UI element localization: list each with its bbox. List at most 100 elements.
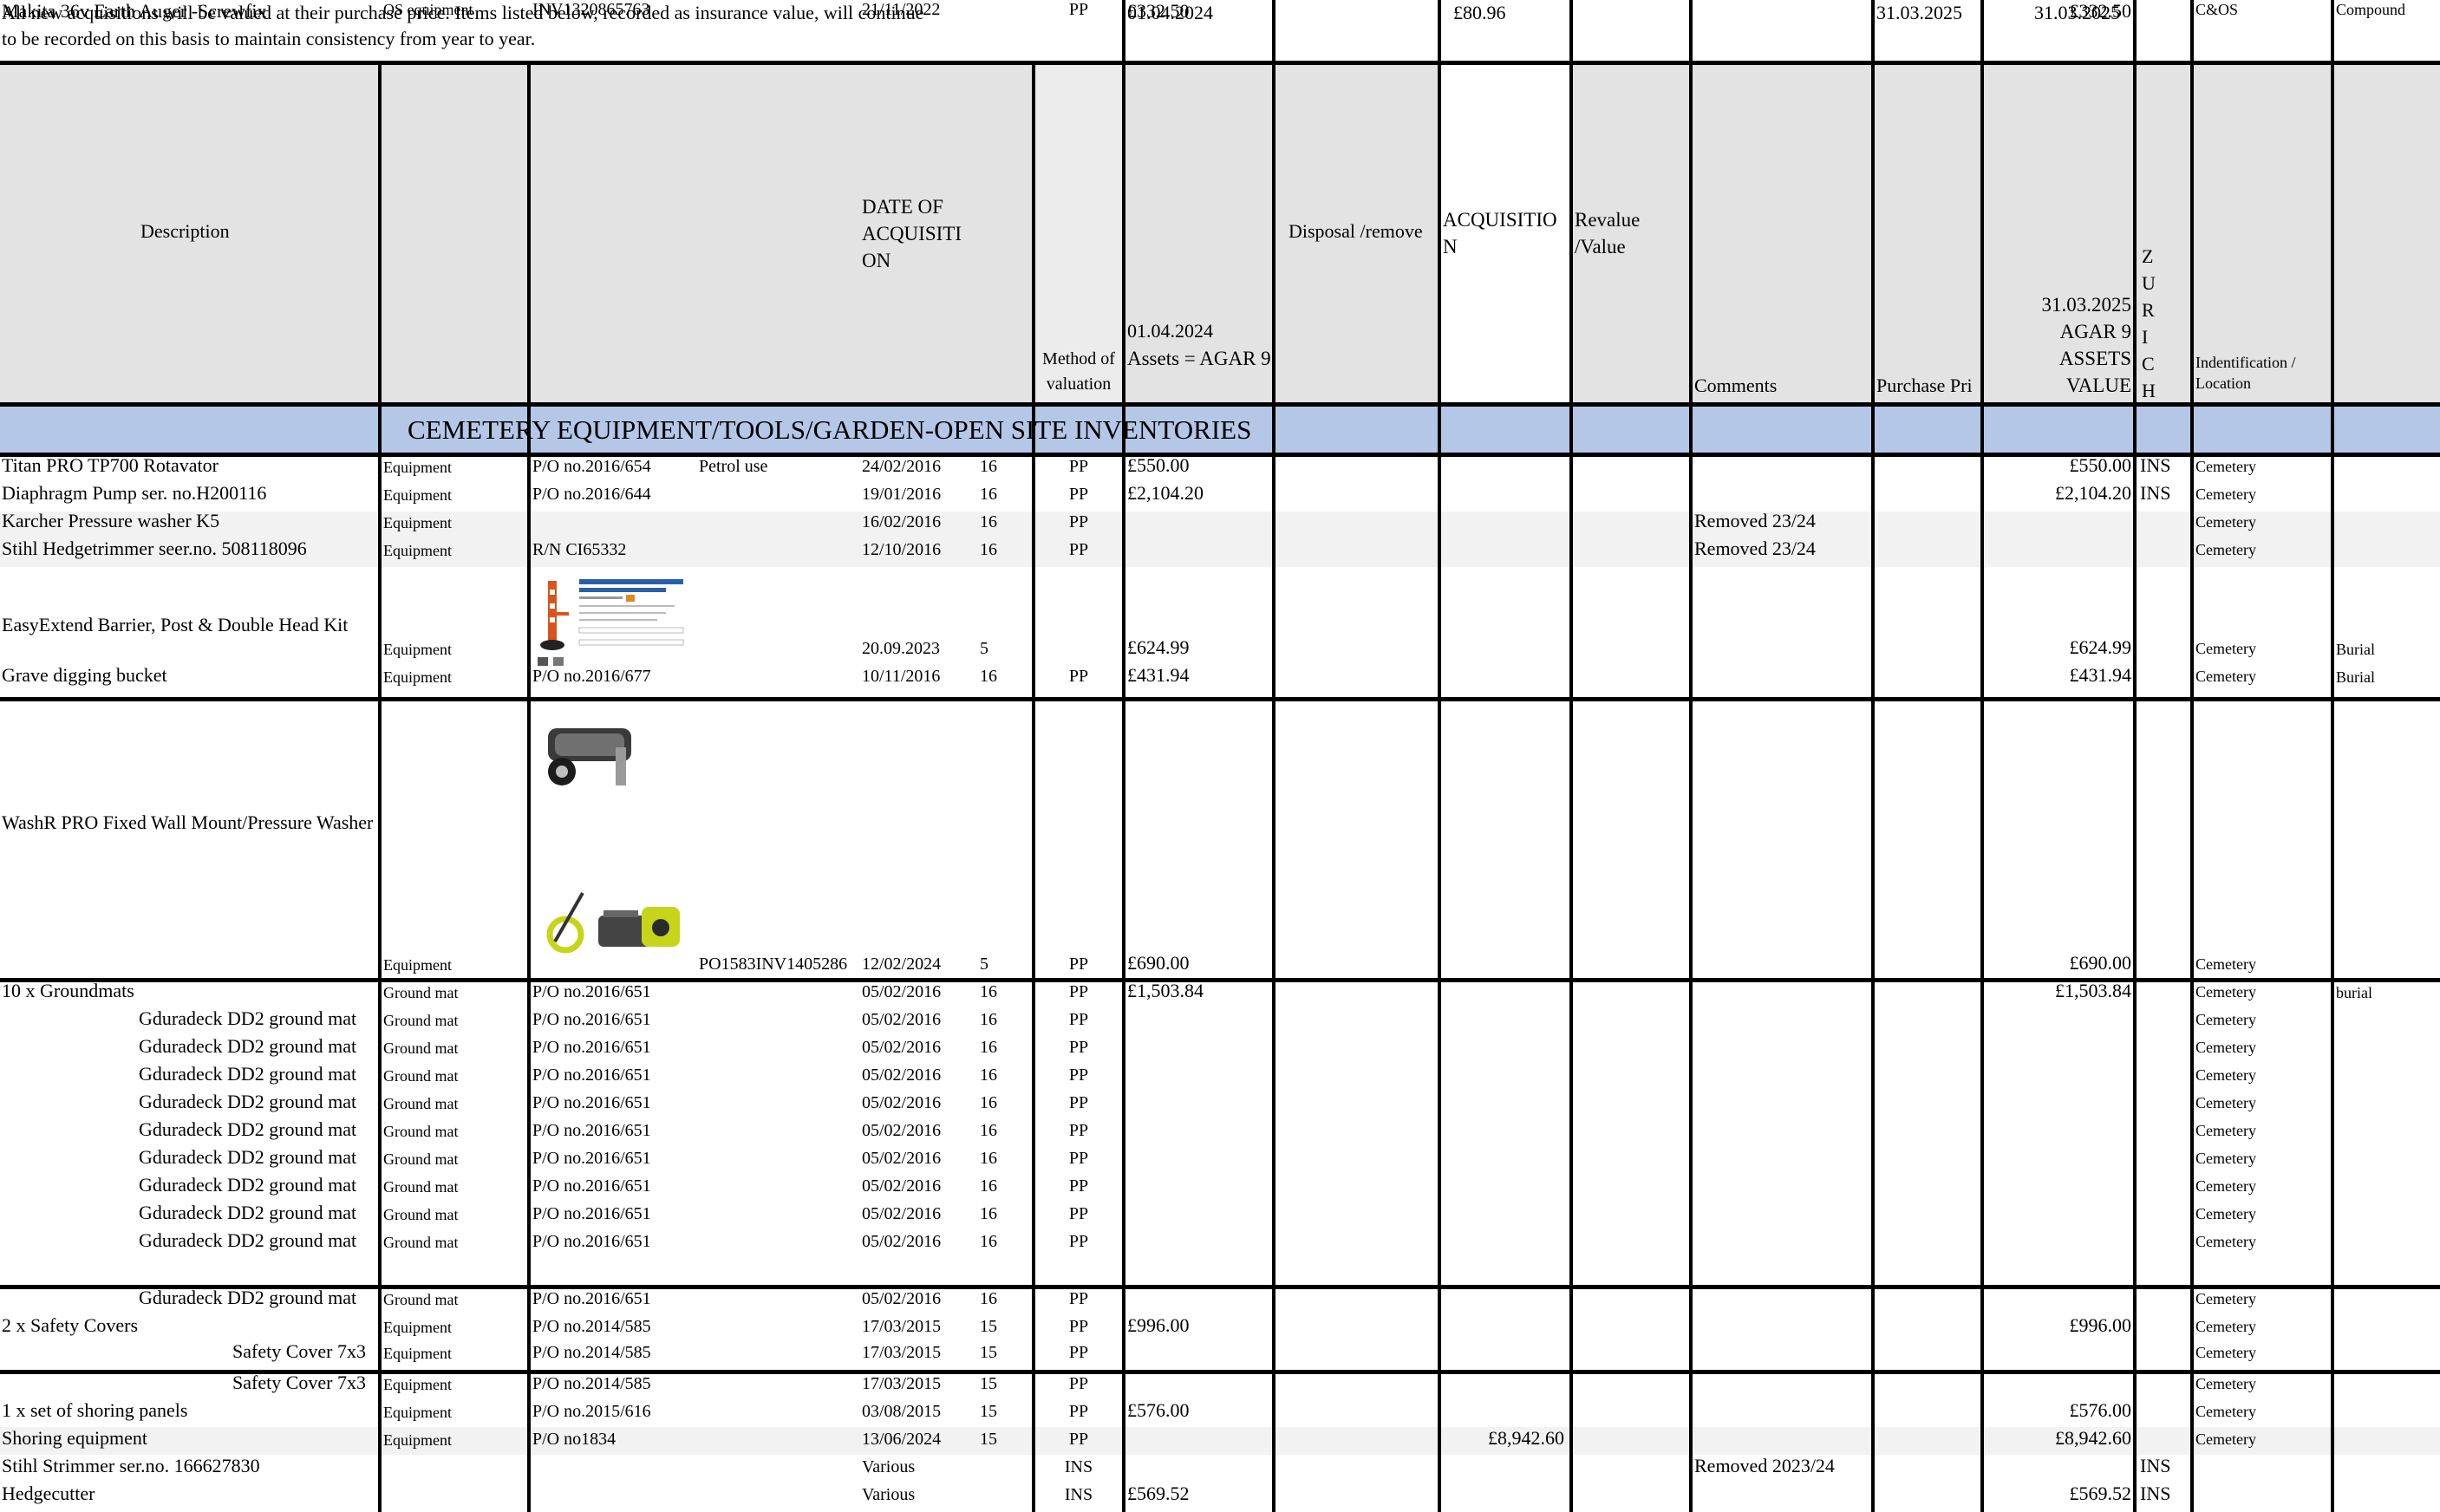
cell-value-2025: £8,942.60 — [2055, 1427, 2131, 1449]
cell-method: PP — [1068, 1374, 1089, 1393]
cell-description: Gduradeck DD2 ground mat — [139, 1007, 357, 1029]
cell-value-2024: £690.00 — [1127, 952, 1190, 974]
col-rule — [2331, 0, 2334, 1512]
cell-description: Gduradeck DD2 ground mat — [139, 1174, 357, 1196]
cell-location: Cemetery — [2195, 486, 2256, 503]
cell-date: 16/02/2016 — [862, 512, 942, 531]
cell-date: 13/06/2024 — [862, 1430, 942, 1449]
cell-method: PP — [1068, 982, 1089, 1001]
cell-value-2025: £332.50 — [2069, 0, 2132, 22]
cell-description: Stihl Strimmer ser.no. 166627830 — [2, 1455, 260, 1476]
cell-ref: P/O no.2016/651 — [532, 982, 651, 1001]
rule-header-bottom — [0, 402, 2440, 407]
col-rule — [1871, 0, 1875, 1512]
cell-type: Ground mat — [383, 1291, 459, 1308]
cell-description: WashR PRO Fixed Wall Mount/Pressure Wash… — [2, 811, 374, 833]
cell-ref: P/O no.2016/651 — [532, 1010, 651, 1029]
cell-description: Shoring equipment — [2, 1427, 148, 1449]
cell-description: Gduradeck DD2 ground mat — [139, 1035, 357, 1057]
cell-date: 17/03/2015 — [862, 1343, 942, 1362]
cell-value-2025: £550.00 — [2069, 454, 2132, 476]
cell-location: Cemetery — [2195, 668, 2256, 685]
header-date-of-acquisition: DATE OF ACQUISITI ON — [862, 196, 962, 271]
cell-location: Cemetery — [2195, 1011, 2256, 1028]
cell-life: 16 — [980, 1149, 997, 1168]
cell-ref: P/O no.2016/644 — [532, 485, 651, 504]
cell-value-2025: £576.00 — [2069, 1399, 2132, 1421]
cell-description: Gduradeck DD2 ground mat — [139, 1146, 357, 1168]
cell-life: 15 — [980, 1343, 997, 1362]
cell-description: Safety Cover 7x3 — [232, 1372, 366, 1393]
header-description: Description — [140, 220, 230, 242]
cell-life: 16 — [980, 1066, 997, 1085]
cell-method: PP — [1068, 1343, 1089, 1362]
cell-method: PP — [1068, 1317, 1089, 1336]
cell-insurance: INS — [2140, 1483, 2171, 1504]
cell-date: 21/11/2022 — [862, 0, 941, 19]
cell-location: Cemetery — [2195, 1290, 2256, 1307]
cell-date: Various — [862, 1457, 916, 1476]
cell-location-detail: Burial — [2336, 668, 2375, 686]
cell-description: Makita 36v Earth Auger -Screwfix — [2, 0, 267, 22]
cell-value-2025: £2,104.20 — [2055, 482, 2131, 504]
note-line-2: to be recorded on this basis to maintain… — [2, 28, 536, 49]
cell-date: 05/02/2016 — [862, 1232, 942, 1251]
cell-life: 5 — [980, 955, 988, 974]
header-acquisition: ACQUISITIO N — [1443, 209, 1557, 257]
cell-method: PP — [1068, 1066, 1089, 1085]
cell-life: 16 — [980, 485, 997, 504]
cell-insurance: INS — [2140, 454, 2171, 476]
section-title: CEMETERY EQUIPMENT/TOOLS/GARDEN-OPEN SIT… — [408, 414, 1252, 445]
cell-method: PP — [1068, 667, 1089, 686]
pressure-washer-image — [546, 890, 685, 959]
cell-ref-note: PO1583INV1405286 — [699, 955, 848, 974]
cell-type: Equipment — [383, 459, 452, 476]
cell-ref-note: Petrol use — [699, 457, 768, 476]
cell-description: 10 x Groundmats — [2, 980, 134, 1001]
cell-type: OS equipment — [383, 1, 473, 18]
cell-date: 05/02/2016 — [862, 1176, 942, 1196]
header-assets-2024-label: Assets = AGAR 9 — [1127, 348, 1271, 369]
header-assets-2024-date: 01.04.2024 — [1127, 320, 1213, 342]
cell-life: 16 — [980, 1176, 997, 1196]
cell-life: 16 — [980, 982, 997, 1001]
cell-insurance: INS — [2140, 1455, 2171, 1476]
cell-location: Cemetery — [2195, 1066, 2256, 1084]
cell-value-2025: £431.94 — [2069, 664, 2132, 686]
cell-method: INS — [1064, 1485, 1093, 1504]
cell-date: 05/02/2016 — [862, 982, 942, 1001]
spreadsheet-sheet: All new acquisitions will be valued at t… — [0, 0, 2440, 1512]
cell-ref: P/O no.2016/651 — [532, 1176, 651, 1196]
header-disposal: Disposal /remove — [1289, 220, 1423, 242]
header-identification: Indentification / Location — [2195, 354, 2296, 392]
cell-date: 05/02/2016 — [862, 1010, 942, 1029]
cell-type: Ground mat — [383, 1178, 459, 1196]
cell-method: PP — [1068, 1204, 1089, 1223]
cell-value-2025: £569.52 — [2069, 1483, 2132, 1504]
cell-type: Equipment — [383, 514, 452, 531]
cell-ref: P/O no.2016/651 — [532, 1232, 651, 1251]
cell-method: PP — [1068, 1010, 1089, 1029]
cell-location: Cemetery — [2195, 1122, 2256, 1139]
cell-life: 16 — [980, 1010, 997, 1029]
cell-method: PP — [1068, 1232, 1089, 1251]
cell-life: 16 — [980, 1093, 997, 1112]
cell-location: Cemetery — [2195, 955, 2256, 973]
cell-life: 16 — [980, 667, 997, 686]
cell-comments: Removed 23/24 — [1694, 538, 1816, 559]
cell-value-2024: £624.99 — [1127, 636, 1190, 658]
col-rule — [527, 62, 531, 1512]
cell-ref: P/O no.2015/616 — [532, 1402, 651, 1421]
cell-location: Cemetery — [2195, 541, 2256, 558]
cell-value-2025: £690.00 — [2069, 952, 2132, 974]
cell-value-2024: £1,503.84 — [1127, 980, 1204, 1001]
cell-life: 15 — [980, 1402, 997, 1421]
cell-description: Gduradeck DD2 ground mat — [139, 1063, 357, 1085]
cell-type: Equipment — [383, 956, 452, 974]
cell-date: 05/02/2016 — [862, 1066, 942, 1085]
cell-method: PP — [1068, 540, 1089, 559]
cell-description: Grave digging bucket — [2, 664, 167, 686]
cell-method: PP — [1068, 1038, 1089, 1057]
cell-location-detail: burial — [2336, 984, 2372, 1001]
cell-location: Cemetery — [2195, 1205, 2256, 1222]
